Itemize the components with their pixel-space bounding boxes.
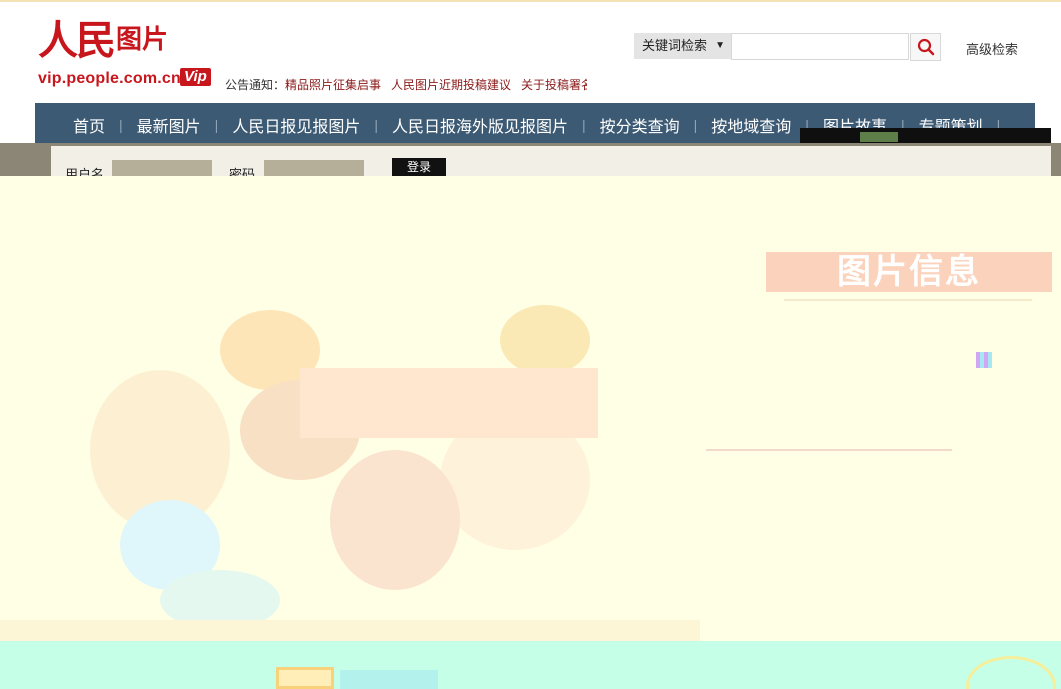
password-field[interactable] bbox=[264, 160, 364, 176]
notice-bar: 公告通知：精品照片征集启事 人民图片近期投稿建议 关于投稿署名 bbox=[225, 76, 587, 94]
thumbnail[interactable] bbox=[340, 670, 438, 689]
login-button[interactable]: 登录 bbox=[392, 158, 446, 176]
nav-label: 人民日报见报图片 bbox=[232, 118, 361, 136]
login-bar: 用户名 密码 登录 bbox=[51, 146, 1051, 182]
bottom-band bbox=[0, 641, 1061, 689]
nav-item-category[interactable]: 按分类查询 | bbox=[600, 113, 712, 137]
nav-label: 最新图片 bbox=[136, 118, 201, 136]
divider bbox=[784, 299, 1032, 301]
site-logo[interactable]: 人民图片 vip.people.com.cn Vip bbox=[38, 18, 213, 92]
render-glitch bbox=[860, 132, 898, 142]
nav-item-latest[interactable]: 最新图片 | bbox=[137, 113, 233, 137]
search-icon bbox=[917, 38, 934, 56]
search-type-select[interactable]: 关键词检索 ▼ bbox=[634, 33, 731, 59]
notice-label: 公告通知： bbox=[225, 78, 286, 92]
nav-label: 人民日报海外版见报图片 bbox=[391, 118, 568, 136]
nav-item-home[interactable]: 首页 | bbox=[73, 113, 137, 137]
photo-info-heading: 图片信息 bbox=[766, 252, 1052, 292]
photo-overlay bbox=[300, 368, 598, 438]
nav-item-overseas[interactable]: 人民日报海外版见报图片 | bbox=[392, 113, 600, 137]
username-field[interactable] bbox=[112, 160, 212, 176]
divider bbox=[706, 449, 952, 451]
search-bar: 关键词检索 ▼ bbox=[634, 33, 941, 61]
search-input[interactable] bbox=[731, 33, 909, 60]
notice-item[interactable]: 人民图片近期投稿建议 bbox=[391, 78, 511, 92]
render-glitch bbox=[976, 352, 992, 368]
thumbnail[interactable] bbox=[276, 667, 334, 689]
nav-separator: | bbox=[374, 116, 378, 133]
logo-text-sub: 图片 bbox=[116, 25, 169, 55]
nav-label: 首页 bbox=[73, 118, 106, 136]
featured-photo[interactable] bbox=[0, 300, 700, 640]
nav-item-peoples-daily[interactable]: 人民日报见报图片 | bbox=[232, 113, 392, 137]
notice-item[interactable]: 关于投稿署名 bbox=[521, 78, 587, 92]
nav-separator: | bbox=[581, 116, 586, 133]
photo-blob bbox=[330, 450, 460, 590]
nav-separator: | bbox=[693, 116, 698, 133]
nav-label: 按地域查询 bbox=[711, 118, 792, 136]
dropdown-arrow-icon: ▼ bbox=[715, 40, 725, 51]
logo-text-main: 人民 bbox=[38, 17, 116, 64]
search-type-label: 关键词检索 bbox=[642, 38, 708, 53]
nav-separator: | bbox=[119, 116, 123, 133]
logo-chinese: 人民图片 bbox=[38, 18, 168, 63]
nav-separator: | bbox=[214, 116, 219, 133]
logo-url: vip.people.com.cn bbox=[38, 70, 181, 87]
top-border bbox=[0, 0, 1061, 2]
photo-blob bbox=[500, 305, 590, 375]
search-button[interactable] bbox=[910, 33, 941, 61]
advanced-search-link[interactable]: 高级检索 bbox=[966, 39, 1018, 58]
logo-vip-badge: Vip bbox=[180, 68, 211, 86]
nav-label: 按分类查询 bbox=[599, 118, 680, 136]
notice-item[interactable]: 精品照片征集启事 bbox=[285, 78, 381, 92]
